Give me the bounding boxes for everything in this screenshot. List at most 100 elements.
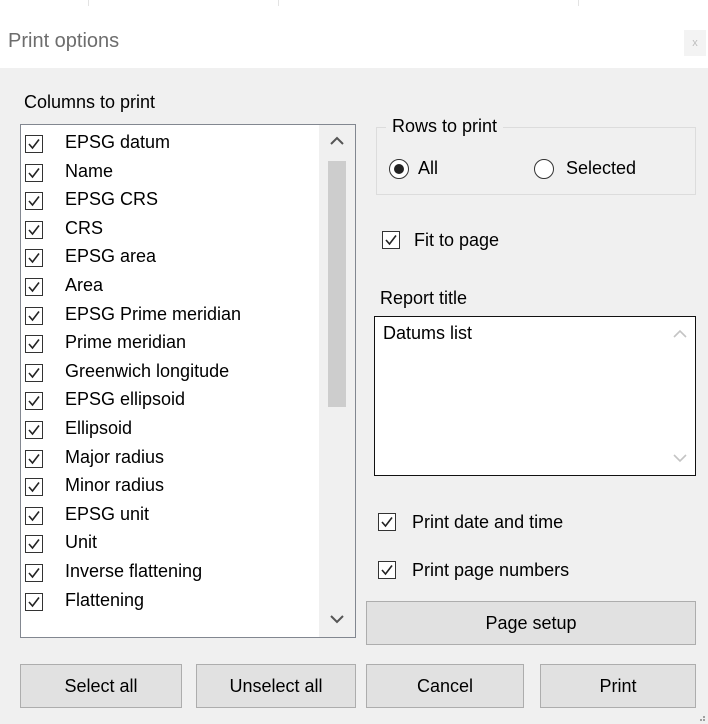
- title-divider: [578, 0, 579, 6]
- column-item-label: Greenwich longitude: [65, 360, 230, 381]
- radio-all[interactable]: [389, 159, 409, 179]
- column-item[interactable]: Ellipsoid: [21, 414, 319, 445]
- print-date-time-checkbox[interactable]: [378, 513, 396, 531]
- column-item-label: EPSG CRS: [65, 189, 159, 210]
- column-item-label: CRS: [65, 217, 104, 238]
- column-item-label: EPSG area: [65, 246, 157, 267]
- chevron-up-icon: [330, 136, 344, 145]
- print-date-time-label[interactable]: Print date and time: [412, 512, 563, 533]
- column-item[interactable]: EPSG area: [21, 242, 319, 273]
- column-checkbox[interactable]: [25, 192, 43, 211]
- column-item[interactable]: Minor radius: [21, 471, 319, 502]
- print-page-numbers-checkbox[interactable]: [378, 561, 396, 579]
- check-icon: [28, 253, 40, 264]
- columns-listbox[interactable]: EPSG datum Name EPSG CRS CRS EPSG area Area EP…: [20, 124, 356, 638]
- radio-all-label[interactable]: All: [418, 158, 438, 179]
- column-item[interactable]: Area: [21, 271, 319, 302]
- check-icon: [28, 539, 40, 550]
- check-icon: [28, 568, 40, 579]
- fit-to-page-checkbox[interactable]: [382, 231, 400, 249]
- check-icon: [28, 425, 40, 436]
- check-icon: [28, 367, 40, 379]
- column-checkbox[interactable]: [25, 421, 43, 439]
- column-checkbox[interactable]: [25, 506, 43, 525]
- radio-selected-dot: [394, 164, 404, 174]
- check-icon: [28, 339, 40, 350]
- check-icon: [28, 510, 40, 522]
- resize-grip-icon[interactable]: [696, 712, 706, 722]
- check-icon: [385, 235, 397, 246]
- column-checkbox[interactable]: [25, 392, 43, 411]
- select-all-button[interactable]: Select all: [20, 664, 182, 708]
- column-item[interactable]: Inverse flattening: [21, 557, 319, 588]
- print-button[interactable]: Print: [540, 664, 696, 708]
- close-icon: x: [692, 37, 698, 49]
- column-item[interactable]: Unit: [21, 528, 319, 559]
- column-checkbox[interactable]: [25, 335, 43, 354]
- report-title-input[interactable]: Datums list: [374, 316, 696, 476]
- column-checkbox[interactable]: [25, 478, 43, 497]
- column-item-label: Name: [65, 160, 114, 181]
- column-checkbox[interactable]: [25, 163, 43, 182]
- column-checkbox[interactable]: [25, 449, 43, 468]
- column-checkbox[interactable]: [25, 306, 43, 325]
- report-title-value: Datums list: [383, 323, 473, 343]
- columns-scrollbar[interactable]: [319, 125, 355, 637]
- title-bar: Print options x: [0, 0, 708, 68]
- check-icon: [381, 565, 393, 576]
- column-item-label: Unit: [65, 532, 98, 553]
- column-item[interactable]: Name: [21, 157, 319, 188]
- column-item-label: Ellipsoid: [65, 418, 133, 438]
- check-icon: [28, 224, 40, 236]
- column-item-label: Prime meridian: [65, 332, 187, 353]
- column-item[interactable]: Major radius: [21, 443, 319, 474]
- column-item[interactable]: EPSG datum: [21, 128, 319, 159]
- scroll-down-button[interactable]: [319, 603, 355, 637]
- check-icon: [28, 282, 40, 293]
- page-setup-button[interactable]: Page setup: [366, 601, 696, 645]
- scroll-up-button[interactable]: [319, 125, 355, 159]
- column-item[interactable]: CRS: [21, 214, 319, 245]
- cancel-button[interactable]: Cancel: [366, 664, 524, 708]
- check-icon: [28, 310, 40, 321]
- chevron-down-icon: [330, 615, 344, 624]
- column-checkbox[interactable]: [25, 535, 43, 554]
- column-item[interactable]: EPSG ellipsoid: [21, 385, 319, 416]
- radio-selected[interactable]: [534, 159, 554, 179]
- scroll-thumb[interactable]: [328, 161, 346, 407]
- column-checkbox[interactable]: [25, 278, 43, 296]
- print-page-numbers-label[interactable]: Print page numbers: [412, 560, 569, 581]
- column-item[interactable]: EPSG CRS: [21, 185, 319, 216]
- check-icon: [28, 596, 40, 607]
- column-item[interactable]: Flattening: [21, 586, 319, 617]
- column-checkbox[interactable]: [25, 220, 43, 239]
- check-icon: [28, 196, 40, 207]
- column-checkbox[interactable]: [25, 564, 43, 582]
- column-checkbox[interactable]: [25, 135, 43, 153]
- print-options-dialog: Print options x Columns to print EPSG da…: [0, 0, 708, 724]
- report-title-label: Report title: [380, 288, 468, 308]
- check-icon: [28, 139, 40, 150]
- columns-label: Columns to print: [24, 92, 156, 112]
- column-checkbox[interactable]: [25, 249, 43, 268]
- check-icon: [28, 396, 40, 407]
- column-item-label: Inverse flattening: [65, 561, 203, 581]
- chevron-up-icon: [673, 329, 687, 338]
- column-item-label: EPSG datum: [65, 132, 171, 152]
- column-checkbox[interactable]: [25, 363, 43, 382]
- rows-group-title: Rows to print: [386, 116, 504, 137]
- close-button[interactable]: x: [684, 30, 706, 56]
- column-item[interactable]: EPSG Prime meridian: [21, 300, 319, 331]
- check-icon: [28, 482, 40, 493]
- column-item[interactable]: Prime meridian: [21, 328, 319, 359]
- chevron-down-icon: [673, 454, 687, 463]
- radio-selected-label[interactable]: Selected: [566, 158, 636, 179]
- unselect-all-button[interactable]: Unselect all: [196, 664, 356, 708]
- column-item-label: EPSG Prime meridian: [65, 303, 242, 324]
- column-checkbox[interactable]: [25, 592, 43, 611]
- column-item[interactable]: Greenwich longitude: [21, 357, 319, 388]
- column-item[interactable]: EPSG unit: [21, 500, 319, 531]
- column-item-label: EPSG ellipsoid: [65, 389, 186, 410]
- fit-to-page-label[interactable]: Fit to page: [414, 230, 499, 251]
- column-item-label: Flattening: [65, 589, 145, 610]
